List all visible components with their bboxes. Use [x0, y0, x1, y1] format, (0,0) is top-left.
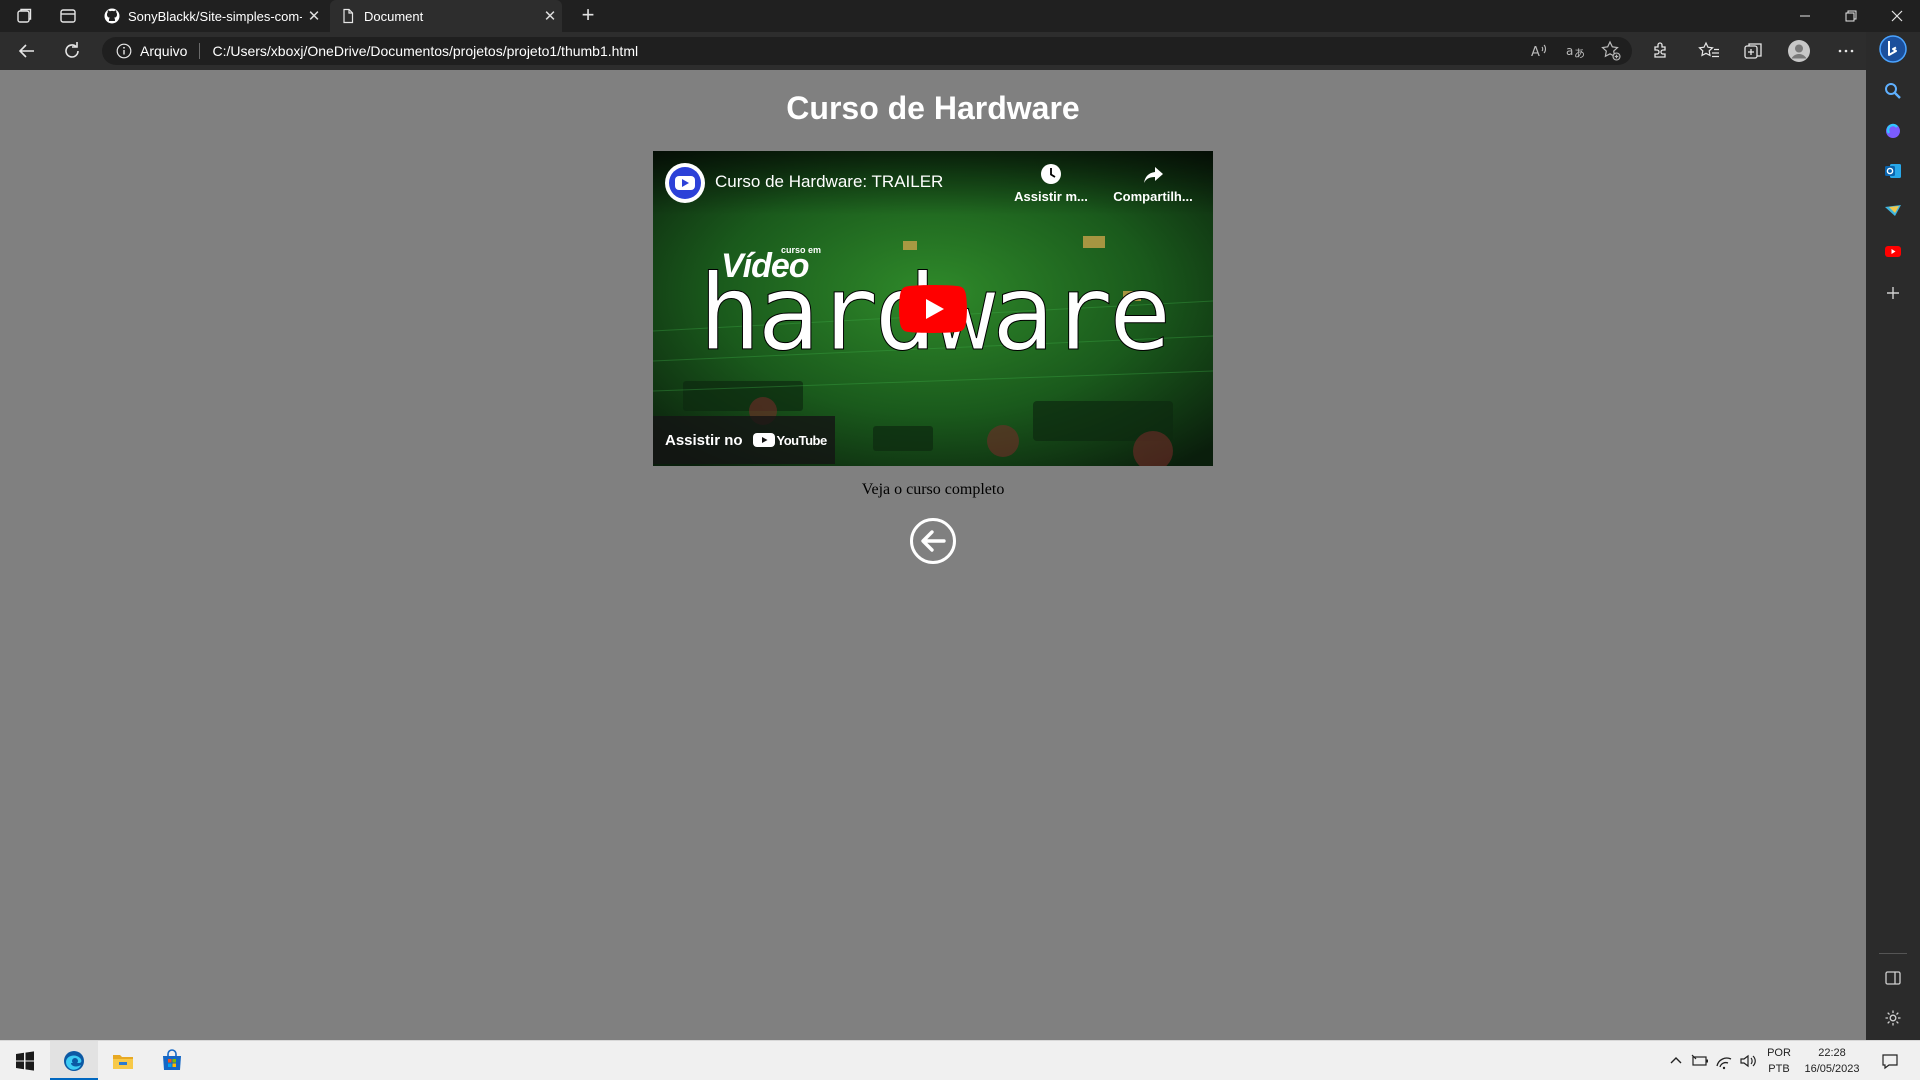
keyboard-layout: PTB — [1768, 1063, 1790, 1075]
add-favorite-icon[interactable] — [1599, 39, 1623, 63]
share-label: Compartilh... — [1113, 189, 1193, 204]
copilot-icon[interactable] — [1883, 121, 1903, 141]
clock-date: 16/05/2023 — [1804, 1063, 1860, 1075]
watch-on-youtube-button[interactable]: Assistir no YouTube — [653, 416, 835, 464]
add-sidebar-app-icon[interactable] — [1883, 283, 1903, 303]
system-clock[interactable]: 22:28 16/05/2023 — [1796, 1041, 1868, 1080]
share-button[interactable]: Compartilh... — [1113, 163, 1193, 204]
play-button-icon[interactable] — [899, 285, 967, 333]
video-caption: Veja o curso completo — [861, 481, 1005, 498]
refresh-icon[interactable] — [60, 39, 84, 63]
watch-later-button[interactable]: Assistir m... — [1011, 163, 1091, 204]
tab-actions-icon[interactable] — [58, 6, 78, 26]
outlook-icon[interactable] — [1883, 161, 1903, 181]
omnibox[interactable]: Arquivo C:/Users/xboxj/OneDrive/Document… — [102, 37, 1632, 65]
tab-title: Document — [364, 8, 424, 24]
channel-avatar[interactable] — [665, 163, 705, 203]
clock-time: 22:28 — [1818, 1047, 1846, 1059]
more-options-icon[interactable] — [1834, 39, 1858, 63]
youtube-logo: YouTube — [752, 432, 828, 448]
wifi-icon[interactable] — [1714, 1049, 1734, 1073]
new-tab-icon[interactable]: + — [576, 4, 600, 28]
svg-text:A: A — [1531, 45, 1540, 60]
bing-chat-icon[interactable] — [1879, 35, 1907, 63]
close-window-icon[interactable] — [1874, 0, 1920, 32]
svg-text:a: a — [1566, 44, 1573, 58]
youtube-wordmark: YouTube — [776, 432, 828, 448]
language-code: POR — [1767, 1047, 1791, 1059]
scheme-label: Arquivo — [140, 43, 201, 59]
games-icon[interactable] — [1883, 201, 1903, 221]
tab-title: SonyBlackk/Site-simples-com-vic — [128, 8, 302, 24]
close-tab-icon[interactable]: ✕ — [302, 7, 326, 25]
favorites-icon[interactable] — [1697, 39, 1721, 63]
back-icon[interactable] — [15, 39, 39, 63]
video-title[interactable]: Curso de Hardware: TRAILER — [715, 172, 943, 192]
windows-taskbar: POR PTB 22:28 16/05/2023 — [0, 1040, 1920, 1080]
back-arrow-icon[interactable] — [909, 517, 957, 565]
hide-sidebar-icon[interactable] — [1883, 968, 1903, 988]
svg-text:あ: あ — [1574, 47, 1585, 60]
collections-icon[interactable] — [1741, 39, 1765, 63]
translate-icon[interactable]: aあ — [1563, 39, 1587, 63]
minimize-icon[interactable] — [1782, 0, 1828, 32]
tab-github[interactable]: SonyBlackk/Site-simples-com-vic ✕ — [94, 0, 326, 32]
info-icon[interactable] — [116, 43, 132, 59]
microsoft-store-icon[interactable] — [160, 1049, 184, 1073]
address-bar: Arquivo C:/Users/xboxj/OneDrive/Document… — [0, 32, 1920, 70]
tab-document[interactable]: Document ✕ — [330, 0, 562, 32]
edge-browser-icon[interactable] — [62, 1049, 86, 1073]
notifications-icon[interactable] — [1880, 1049, 1900, 1073]
page-content: Curso de Hardware curso em Vídeo Curso d… — [0, 70, 1866, 1040]
profile-avatar[interactable] — [1787, 39, 1811, 63]
tab-bar: SonyBlackk/Site-simples-com-vic ✕ Docume… — [0, 0, 1920, 32]
edge-sidebar — [1866, 32, 1920, 1040]
read-aloud-icon[interactable]: A — [1527, 39, 1551, 63]
close-tab-icon[interactable]: ✕ — [538, 7, 562, 25]
restore-icon[interactable] — [1828, 0, 1874, 32]
show-hidden-icons-icon[interactable] — [1667, 1049, 1685, 1073]
input-language[interactable]: POR PTB — [1764, 1041, 1794, 1080]
page-title: Curso de Hardware — [786, 90, 1080, 126]
watch-on-label: Assistir no — [665, 431, 743, 449]
youtube-sidebar-icon[interactable] — [1883, 241, 1903, 261]
extensions-icon[interactable] — [1649, 39, 1673, 63]
youtube-embed[interactable]: curso em Vídeo hardware Curso de Hardwar… — [653, 151, 1213, 466]
search-icon[interactable] — [1883, 81, 1903, 101]
share-icon — [1113, 163, 1193, 185]
watch-later-label: Assistir m... — [1014, 189, 1088, 204]
windows-start-icon[interactable] — [13, 1049, 37, 1073]
volume-icon[interactable] — [1738, 1049, 1758, 1073]
sidebar-settings-icon[interactable] — [1883, 1008, 1903, 1028]
workspaces-icon[interactable] — [14, 6, 34, 26]
document-icon — [340, 8, 356, 24]
file-explorer-icon[interactable] — [111, 1049, 135, 1073]
sidebar-divider — [1879, 953, 1907, 954]
battery-icon[interactable] — [1690, 1049, 1710, 1073]
clock-icon — [1011, 163, 1091, 185]
url-text[interactable]: C:/Users/xboxj/OneDrive/Documentos/proje… — [212, 43, 638, 59]
github-icon — [104, 8, 120, 24]
